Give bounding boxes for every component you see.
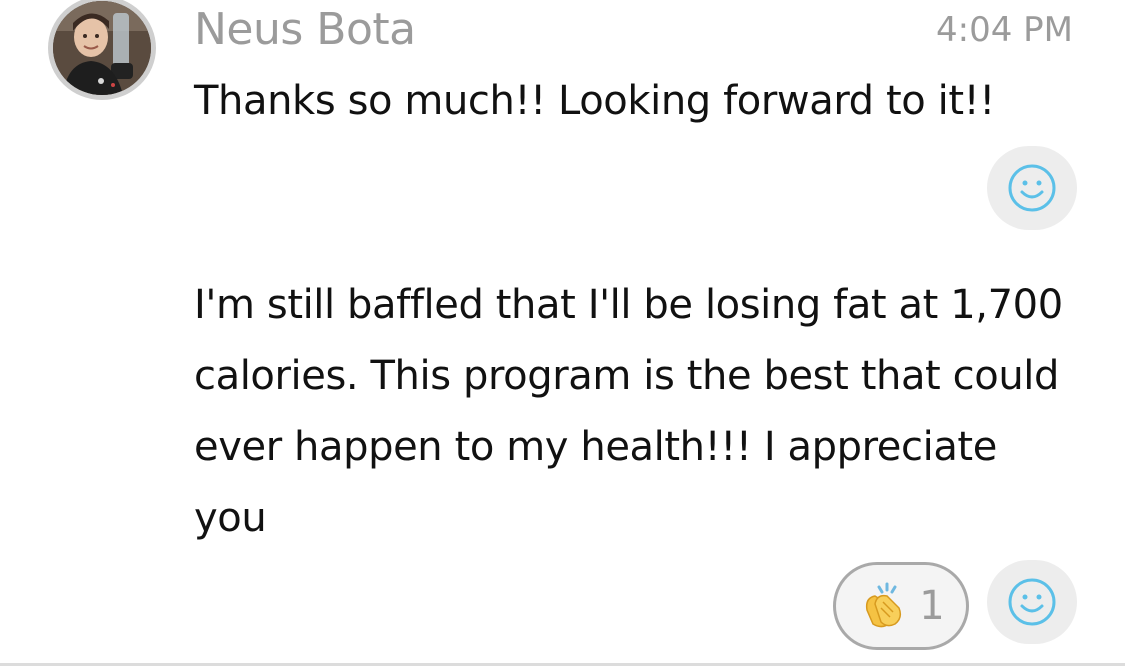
message-timestamp: 4:04 PM [936,10,1073,50]
sender-name[interactable]: Neus Bota [194,4,416,55]
clapping-hands-icon [866,582,902,628]
add-reaction-button[interactable] [987,560,1077,644]
add-reaction-button[interactable] [987,146,1077,230]
smiley-face-icon [1008,164,1056,212]
reaction-pill-clap[interactable]: 1 [833,562,969,650]
avatar[interactable] [48,0,156,100]
smiley-face-icon [1008,578,1056,626]
message-text: I'm still baffled that I'll be losing fa… [194,282,1063,541]
chat-message-screen: Neus Bota 4:04 PM Thanks so much!! Looki… [0,0,1125,666]
reaction-count: 1 [919,583,945,629]
avatar-photo [53,1,151,95]
message-text: Thanks so much!! Looking forward to it!! [194,78,995,124]
person-photo-icon [53,1,151,95]
